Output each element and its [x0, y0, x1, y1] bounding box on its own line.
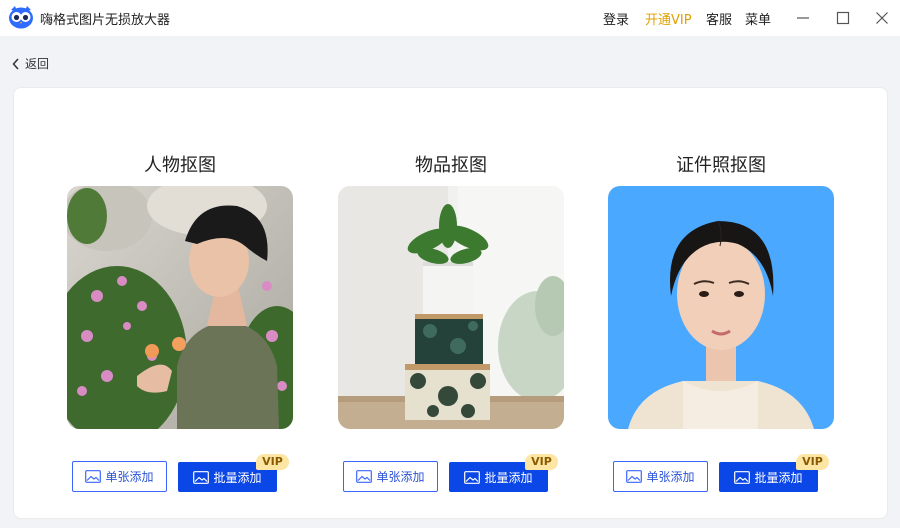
customer-service-link[interactable]: 客服: [706, 9, 732, 28]
vip-badge: VIP: [796, 454, 829, 470]
vip-badge: VIP: [256, 454, 289, 470]
id-photo-sample-image[interactable]: [608, 186, 834, 429]
add-single-button-id-photo[interactable]: 单张添加: [613, 461, 708, 492]
owl-logo-icon: [9, 6, 33, 29]
image-icon: [85, 470, 102, 483]
login-link[interactable]: 登录: [603, 9, 629, 28]
title-bar: 嗨格式图片无损放大器 登录 开通VIP 客服 菜单: [0, 0, 900, 36]
object-sample-image[interactable]: [338, 186, 564, 429]
images-icon: [464, 470, 481, 484]
card-title-portrait: 人物抠图: [144, 155, 216, 176]
minimize-icon[interactable]: [794, 9, 812, 27]
image-icon: [626, 470, 643, 483]
add-single-label: 单张添加: [376, 470, 425, 484]
image-icon: [356, 470, 373, 483]
add-single-label: 单张添加: [105, 470, 154, 484]
add-batch-label: 批量添加: [213, 470, 262, 485]
add-batch-label: 批量添加: [754, 470, 803, 485]
add-single-button-object[interactable]: 单张添加: [343, 461, 438, 492]
maximize-icon[interactable]: [834, 9, 852, 27]
app-title: 嗨格式图片无损放大器: [40, 13, 171, 28]
open-vip-link[interactable]: 开通VIP: [645, 9, 692, 28]
images-icon: [193, 470, 210, 484]
close-icon[interactable]: [873, 9, 891, 27]
card-title-object: 物品抠图: [415, 155, 487, 176]
chevron-left-icon: [12, 57, 19, 70]
add-batch-label: 批量添加: [484, 470, 533, 485]
menu-link[interactable]: 菜单: [745, 9, 771, 28]
back-button[interactable]: 返回: [12, 55, 49, 72]
card-title-id-photo: 证件照抠图: [676, 155, 766, 176]
vip-badge: VIP: [525, 454, 558, 470]
back-label: 返回: [25, 57, 50, 71]
add-single-button-portrait[interactable]: 单张添加: [72, 461, 167, 492]
portrait-sample-image[interactable]: [67, 186, 293, 429]
add-single-label: 单张添加: [646, 470, 695, 484]
images-icon: [734, 470, 751, 484]
